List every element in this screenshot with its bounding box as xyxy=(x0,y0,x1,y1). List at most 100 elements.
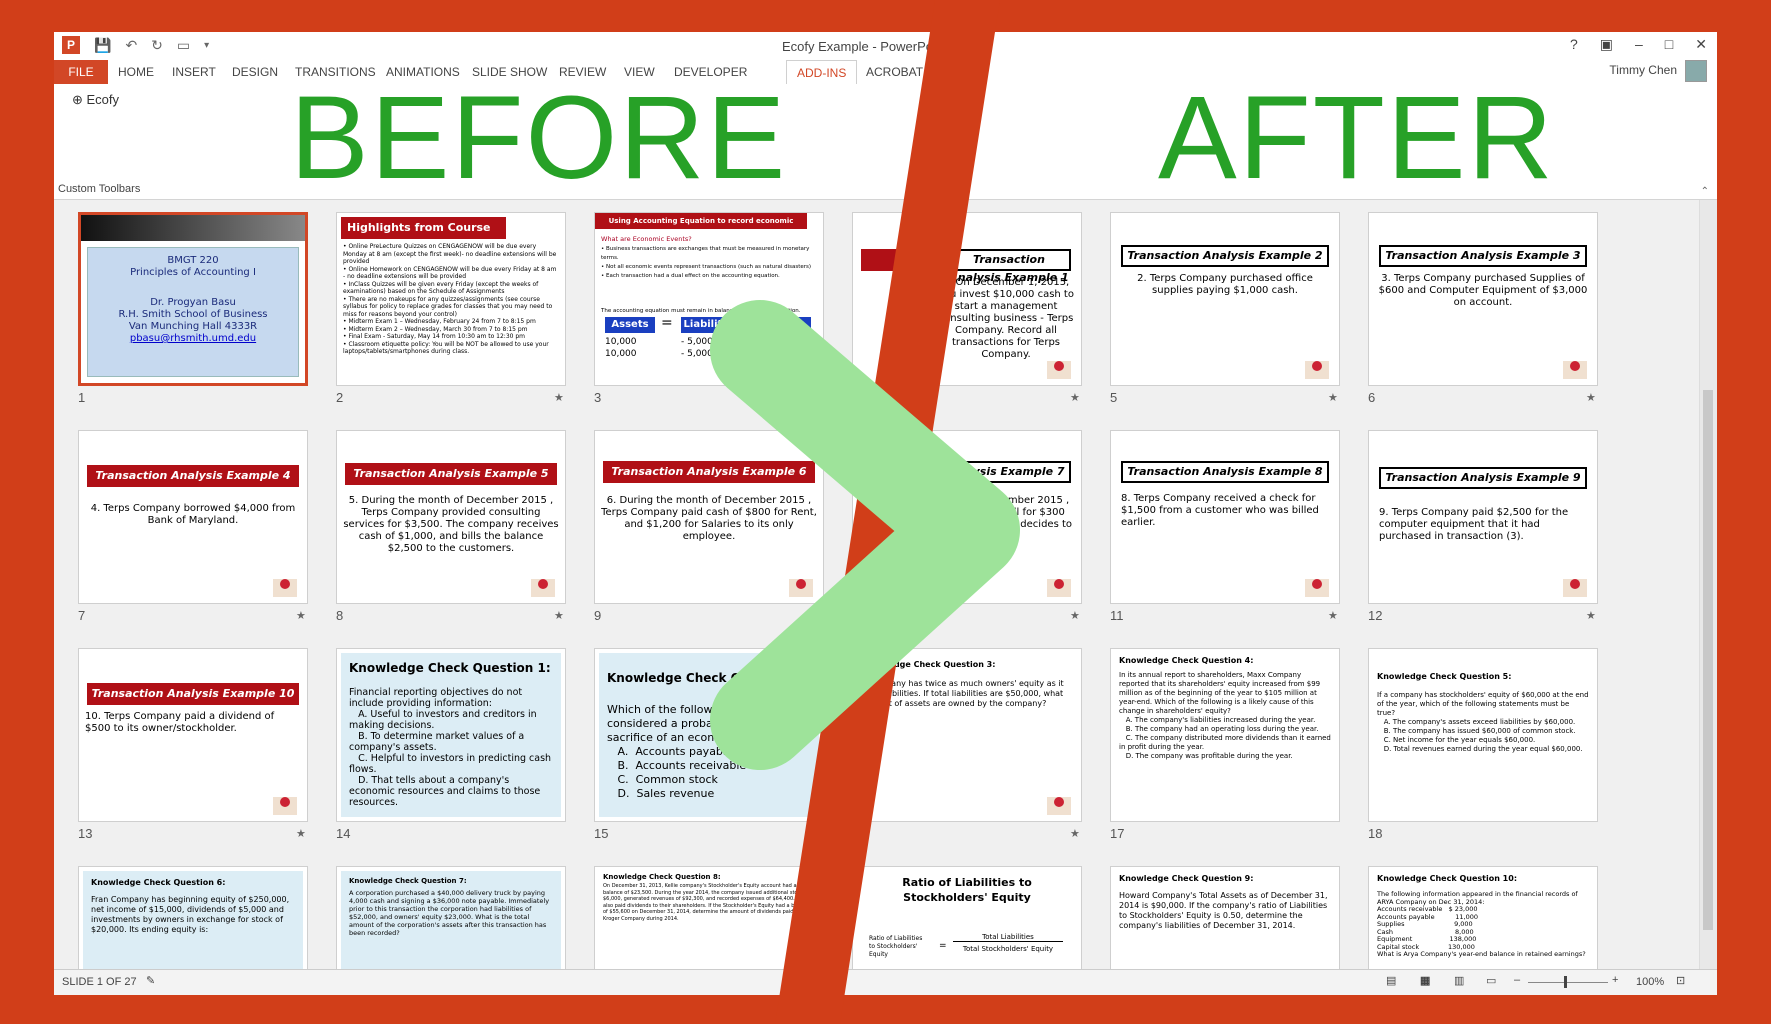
transition-star-icon: ★ xyxy=(1586,392,1596,404)
slide-body: If a company has stockholders' equity of… xyxy=(1377,691,1589,753)
slide-title: Transaction Analysis Example 8 xyxy=(1121,461,1329,483)
slide-thumbnail-17[interactable]: Knowledge Check Question 4: In its annua… xyxy=(1110,648,1340,822)
zoom-level[interactable]: 100% xyxy=(1636,976,1664,988)
slide-title: Knowledge Check Question 9: xyxy=(1119,874,1254,883)
slide-title-stub xyxy=(861,249,921,271)
slide-thumbnail-10[interactable]: Transaction Analysis Example 7 7. During… xyxy=(852,430,1082,604)
save-icon[interactable]: 💾 xyxy=(94,37,111,54)
zoom-in-icon[interactable]: + xyxy=(1612,974,1618,986)
maximize-icon[interactable]: □ xyxy=(1665,36,1673,53)
ecofy-label: Ecofy xyxy=(86,92,120,107)
tab-home[interactable]: HOME xyxy=(118,60,154,84)
email-link[interactable]: pbasu@rhsmith.umd.edu xyxy=(87,333,299,345)
slide-body: 9. Terps Company paid $2,500 for the com… xyxy=(1379,507,1569,542)
tab-acrobat[interactable]: ACROBAT xyxy=(866,60,923,84)
ecofy-button[interactable]: ⊕ Ecofy xyxy=(72,92,119,108)
slide-body: The following information appeared in th… xyxy=(1377,890,1586,958)
slide-title: Transaction Analysis Example 1 xyxy=(947,249,1071,284)
slide-thumbnail-2[interactable]: Highlights from Course Syllabus: • Onlin… xyxy=(336,212,566,386)
slide-number: 11 xyxy=(1110,608,1124,623)
slide-body: • Online PreLecture Quizzes on CENGAGENO… xyxy=(343,243,557,355)
slide-body: Howard Company's Total Assets as of Dece… xyxy=(1119,891,1328,930)
slide-thumbnail-5[interactable]: Transaction Analysis Example 2 2. Terps … xyxy=(1110,212,1340,386)
transition-star-icon: ★ xyxy=(1070,828,1080,840)
transition-star-icon: ★ xyxy=(1586,610,1596,622)
slide-thumbnail-1[interactable]: BMGT 220 Principles of Accounting I Dr. … xyxy=(78,212,308,386)
school: R.H. Smith School of Business xyxy=(118,309,268,320)
maryland-logo xyxy=(1305,361,1329,379)
row2-assets: 10,000 xyxy=(605,349,637,359)
slide-number: 4 xyxy=(852,390,860,405)
slide-thumbnail-14[interactable]: Knowledge Check Question 1: Financial re… xyxy=(336,648,566,822)
notes-icon[interactable]: ✎ xyxy=(146,974,155,987)
powerpoint-icon[interactable]: P xyxy=(62,36,80,54)
slide-body: 4. Terps Company borrowed $4,000 from Ba… xyxy=(90,503,296,526)
scrollbar-thumb[interactable] xyxy=(1703,390,1713,930)
tab-file[interactable]: FILE xyxy=(54,60,108,84)
slide-text: BMGT 220 Principles of Accounting I Dr. … xyxy=(87,255,299,345)
slide-thumbnail-12[interactable]: Transaction Analysis Example 9 9. Terps … xyxy=(1368,430,1598,604)
slide-title: Transaction Analysis Example 10 xyxy=(87,683,299,705)
slide-thumbnail-8[interactable]: Transaction Analysis Example 5 5. During… xyxy=(336,430,566,604)
slide-thumbnail-11[interactable]: Transaction Analysis Example 8 8. Terps … xyxy=(1110,430,1340,604)
zoom-out-icon[interactable]: – xyxy=(1514,974,1520,986)
slide-sorter-icon[interactable]: ▦ xyxy=(1420,974,1430,987)
slide-title: Transaction Analysis Example 9 xyxy=(1379,467,1587,489)
zoom-slider[interactable] xyxy=(1528,982,1608,983)
liabilities-box: Liabilities xyxy=(681,317,741,333)
close-icon[interactable]: ✕ xyxy=(1695,36,1707,53)
transition-star-icon: ★ xyxy=(1070,392,1080,404)
slide-number: 8 xyxy=(336,608,344,623)
slide-thumbnail-15[interactable]: Knowledge Check Question 2: Which of the… xyxy=(594,648,824,822)
present-icon[interactable]: ▭ xyxy=(177,37,190,54)
maryland-logo xyxy=(1047,361,1071,379)
slide-thumbnail-13[interactable]: Transaction Analysis Example 10 10. Terp… xyxy=(78,648,308,822)
slide-thumbnail-4[interactable]: Transaction Analysis Example 1 1. On Dec… xyxy=(852,212,1082,386)
slide-panel: Knowledge Check Question 2: Which of the… xyxy=(599,653,819,817)
ribbon-display-icon[interactable]: ▣ xyxy=(1600,36,1613,53)
equity-box: Equity xyxy=(761,317,811,333)
minimize-icon[interactable]: – xyxy=(1635,36,1643,53)
user-name[interactable]: Timmy Chen xyxy=(1609,63,1677,77)
customize-qa-icon[interactable]: ▾ xyxy=(204,40,209,51)
slide-thumbnail-16[interactable]: Knowledge Check Question 3: A company ha… xyxy=(852,648,1082,822)
slide-title: Knowledge Check Question 1: xyxy=(349,661,551,675)
window-title: Ecofy Example - PowerPoint xyxy=(782,39,947,54)
tab-add-ins[interactable]: ADD-INS xyxy=(786,60,858,84)
maryland-logo xyxy=(273,797,297,815)
slide-title: Transaction Analysis Example 6 xyxy=(603,461,815,483)
slide-title: Using Accounting Equation to record econ… xyxy=(595,213,807,241)
assets-box: Assets xyxy=(605,317,655,333)
zoom-slider-thumb[interactable] xyxy=(1564,976,1567,988)
maryland-logo xyxy=(1563,361,1587,379)
slide-body: 1. On December 1, 2015, you invest $10,0… xyxy=(938,277,1074,360)
tab-design[interactable]: DESIGN xyxy=(232,60,278,84)
fit-window-icon[interactable]: ⊡ xyxy=(1676,974,1685,987)
slide-number: 13 xyxy=(78,826,93,841)
reading-view-icon[interactable]: ▥ xyxy=(1454,974,1464,987)
plus-sign: + xyxy=(745,315,757,331)
maryland-logo xyxy=(273,579,297,597)
slide-number: 15 xyxy=(594,826,609,841)
slide-thumbnail-18[interactable]: Knowledge Check Question 5: If a company… xyxy=(1368,648,1598,822)
slide-thumbnail-9[interactable]: Transaction Analysis Example 6 6. During… xyxy=(594,430,824,604)
row2-liabilities: - 5,000 xyxy=(681,349,713,359)
redo-icon[interactable]: ↻ xyxy=(151,37,163,54)
help-icon[interactable]: ? xyxy=(1570,36,1578,53)
slide-number: 17 xyxy=(1110,826,1125,841)
vertical-scrollbar[interactable] xyxy=(1699,200,1717,995)
maryland-logo xyxy=(1047,797,1071,815)
normal-view-icon[interactable]: ▤ xyxy=(1386,974,1396,987)
undo-icon[interactable]: ↶ xyxy=(125,37,137,54)
maryland-logo xyxy=(1305,579,1329,597)
slide-thumbnail-7[interactable]: Transaction Analysis Example 4 4. Terps … xyxy=(78,430,308,604)
avatar[interactable] xyxy=(1685,60,1707,82)
slide-question: What are Economic Events? xyxy=(601,235,692,243)
collapse-ribbon-icon[interactable]: ⌃ xyxy=(1701,186,1709,197)
slide-body: 5. During the month of December 2015 , T… xyxy=(343,495,559,554)
office: Van Munching Hall 4333R xyxy=(128,321,258,332)
slide-thumbnail-3[interactable]: Using Accounting Equation to record econ… xyxy=(594,212,824,386)
slideshow-icon[interactable]: ▭ xyxy=(1486,974,1496,987)
tab-insert[interactable]: INSERT xyxy=(172,60,216,84)
slide-thumbnail-6[interactable]: Transaction Analysis Example 3 3. Terps … xyxy=(1368,212,1598,386)
